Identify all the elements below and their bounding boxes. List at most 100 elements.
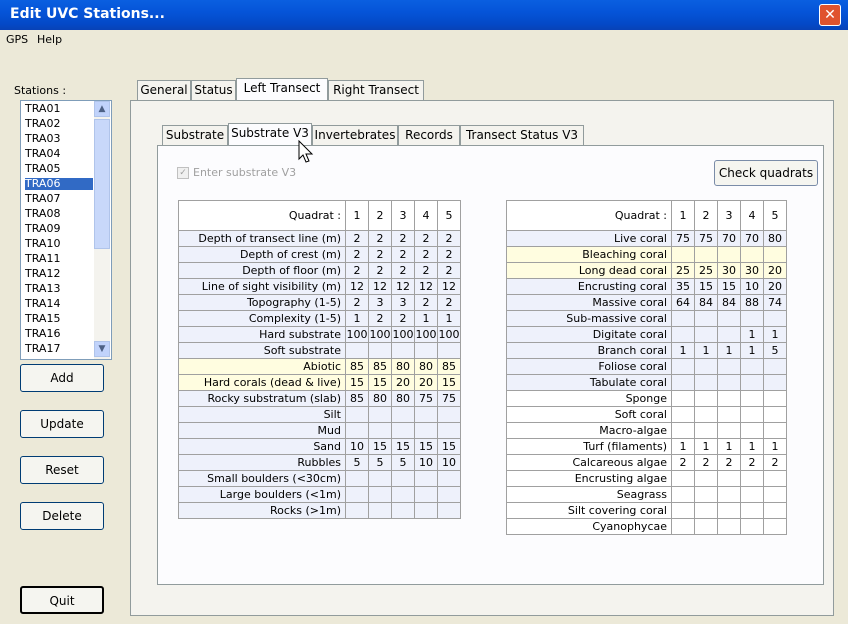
quadrat-cell[interactable] bbox=[368, 486, 392, 503]
quadrat-cell[interactable] bbox=[717, 358, 741, 375]
quadrat-cell[interactable] bbox=[694, 246, 718, 263]
quadrat-cell[interactable]: 2 bbox=[437, 262, 461, 279]
quadrat-cell[interactable]: 100 bbox=[391, 326, 415, 343]
quadrat-cell[interactable]: 1 bbox=[717, 342, 741, 359]
quadrat-cell[interactable]: 2 bbox=[391, 246, 415, 263]
quadrat-cell[interactable]: 15 bbox=[414, 438, 438, 455]
quadrat-cell[interactable] bbox=[740, 374, 764, 391]
quadrat-cell[interactable]: 12 bbox=[391, 278, 415, 295]
tab-transect-status-v3[interactable]: Transect Status V3 bbox=[460, 125, 584, 145]
quadrat-cell[interactable]: 15 bbox=[694, 278, 718, 295]
quadrat-cell[interactable]: 88 bbox=[740, 294, 764, 311]
quadrat-cell[interactable]: 80 bbox=[391, 390, 415, 407]
quadrat-cell[interactable]: 20 bbox=[763, 278, 787, 295]
tab-general[interactable]: General bbox=[137, 80, 191, 100]
quadrat-cell[interactable] bbox=[763, 502, 787, 519]
quadrat-cell[interactable]: 30 bbox=[717, 262, 741, 279]
quadrat-cell[interactable]: 35 bbox=[671, 278, 695, 295]
quadrat-cell[interactable]: 75 bbox=[671, 230, 695, 247]
quadrat-cell[interactable]: 30 bbox=[740, 262, 764, 279]
quadrat-cell[interactable] bbox=[717, 326, 741, 343]
quadrat-cell[interactable]: 2 bbox=[414, 246, 438, 263]
quadrat-cell[interactable] bbox=[763, 310, 787, 327]
quadrat-cell[interactable] bbox=[694, 422, 718, 439]
station-item[interactable]: TRA04 bbox=[25, 148, 93, 160]
quadrat-cell[interactable] bbox=[345, 342, 369, 359]
quadrat-cell[interactable]: 100 bbox=[368, 326, 392, 343]
quadrat-cell[interactable]: 12 bbox=[437, 278, 461, 295]
scroll-thumb[interactable] bbox=[94, 119, 110, 249]
quadrat-cell[interactable]: 12 bbox=[368, 278, 392, 295]
quadrat-cell[interactable]: 2 bbox=[345, 246, 369, 263]
quadrat-cell[interactable]: 64 bbox=[671, 294, 695, 311]
quadrat-cell[interactable]: 2 bbox=[368, 246, 392, 263]
quadrat-cell[interactable]: 2 bbox=[437, 246, 461, 263]
quadrat-cell[interactable]: 15 bbox=[368, 438, 392, 455]
scroll-up-icon[interactable]: ▲ bbox=[94, 101, 110, 117]
quadrat-cell[interactable] bbox=[368, 470, 392, 487]
quadrat-cell[interactable] bbox=[671, 358, 695, 375]
quadrat-cell[interactable]: 1 bbox=[740, 342, 764, 359]
quadrat-cell[interactable] bbox=[414, 502, 438, 519]
quadrat-cell[interactable] bbox=[671, 486, 695, 503]
delete-button[interactable]: Delete bbox=[20, 502, 104, 530]
quadrat-cell[interactable]: 85 bbox=[345, 358, 369, 375]
quadrat-cell[interactable]: 2 bbox=[345, 294, 369, 311]
add-button[interactable]: Add bbox=[20, 364, 104, 392]
reset-button[interactable]: Reset bbox=[20, 456, 104, 484]
quadrat-cell[interactable] bbox=[414, 406, 438, 423]
quadrat-cell[interactable] bbox=[671, 310, 695, 327]
quadrat-cell[interactable] bbox=[717, 310, 741, 327]
quadrat-cell[interactable]: 1 bbox=[671, 342, 695, 359]
quadrat-cell[interactable] bbox=[368, 342, 392, 359]
tab-invertebrates[interactable]: Invertebrates bbox=[312, 125, 398, 145]
tab-left-transect[interactable]: Left Transect bbox=[236, 78, 328, 100]
quadrat-cell[interactable]: 1 bbox=[763, 326, 787, 343]
quadrat-cell[interactable] bbox=[740, 486, 764, 503]
quadrat-cell[interactable] bbox=[391, 422, 415, 439]
station-item[interactable]: TRA02 bbox=[25, 118, 93, 130]
quadrat-cell[interactable]: 5 bbox=[368, 454, 392, 471]
quadrat-cell[interactable] bbox=[740, 310, 764, 327]
quadrat-cell[interactable]: 15 bbox=[368, 374, 392, 391]
quadrat-cell[interactable] bbox=[437, 422, 461, 439]
quadrat-cell[interactable] bbox=[717, 486, 741, 503]
quadrat-cell[interactable]: 15 bbox=[437, 374, 461, 391]
station-item[interactable]: TRA16 bbox=[25, 328, 93, 340]
quadrat-cell[interactable] bbox=[694, 470, 718, 487]
enter-substrate-checkbox[interactable]: ✓ Enter substrate V3 bbox=[177, 166, 296, 179]
quadrat-cell[interactable]: 1 bbox=[437, 310, 461, 327]
quadrat-cell[interactable]: 10 bbox=[414, 454, 438, 471]
station-item[interactable]: TRA03 bbox=[25, 133, 93, 145]
quadrat-cell[interactable] bbox=[763, 422, 787, 439]
update-button[interactable]: Update bbox=[20, 410, 104, 438]
quadrat-cell[interactable] bbox=[414, 486, 438, 503]
quadrat-cell[interactable]: 15 bbox=[391, 438, 415, 455]
quadrat-cell[interactable] bbox=[740, 406, 764, 423]
quadrat-cell[interactable] bbox=[694, 518, 718, 535]
quadrat-cell[interactable] bbox=[391, 406, 415, 423]
quadrat-cell[interactable] bbox=[391, 342, 415, 359]
station-item[interactable]: TRA06 bbox=[25, 178, 93, 190]
quadrat-cell[interactable]: 20 bbox=[763, 262, 787, 279]
quadrat-cell[interactable]: 5 bbox=[345, 454, 369, 471]
quadrat-cell[interactable]: 1 bbox=[694, 342, 718, 359]
quadrat-cell[interactable] bbox=[717, 390, 741, 407]
quadrat-cell[interactable]: 2 bbox=[671, 454, 695, 471]
station-item[interactable]: TRA07 bbox=[25, 193, 93, 205]
quadrat-cell[interactable]: 20 bbox=[414, 374, 438, 391]
quadrat-cell[interactable]: 2 bbox=[391, 310, 415, 327]
quadrat-cell[interactable] bbox=[345, 422, 369, 439]
quadrat-cell[interactable] bbox=[345, 502, 369, 519]
quadrat-cell[interactable]: 2 bbox=[763, 454, 787, 471]
quadrat-cell[interactable]: 1 bbox=[740, 326, 764, 343]
quadrat-cell[interactable] bbox=[717, 422, 741, 439]
station-item[interactable]: TRA17 bbox=[25, 343, 93, 355]
quadrat-cell[interactable]: 70 bbox=[717, 230, 741, 247]
quadrat-cell[interactable]: 85 bbox=[437, 358, 461, 375]
quadrat-cell[interactable]: 84 bbox=[694, 294, 718, 311]
quadrat-cell[interactable] bbox=[694, 326, 718, 343]
quadrat-cell[interactable]: 5 bbox=[763, 342, 787, 359]
station-item[interactable]: TRA01 bbox=[25, 103, 93, 115]
quadrat-cell[interactable]: 100 bbox=[414, 326, 438, 343]
